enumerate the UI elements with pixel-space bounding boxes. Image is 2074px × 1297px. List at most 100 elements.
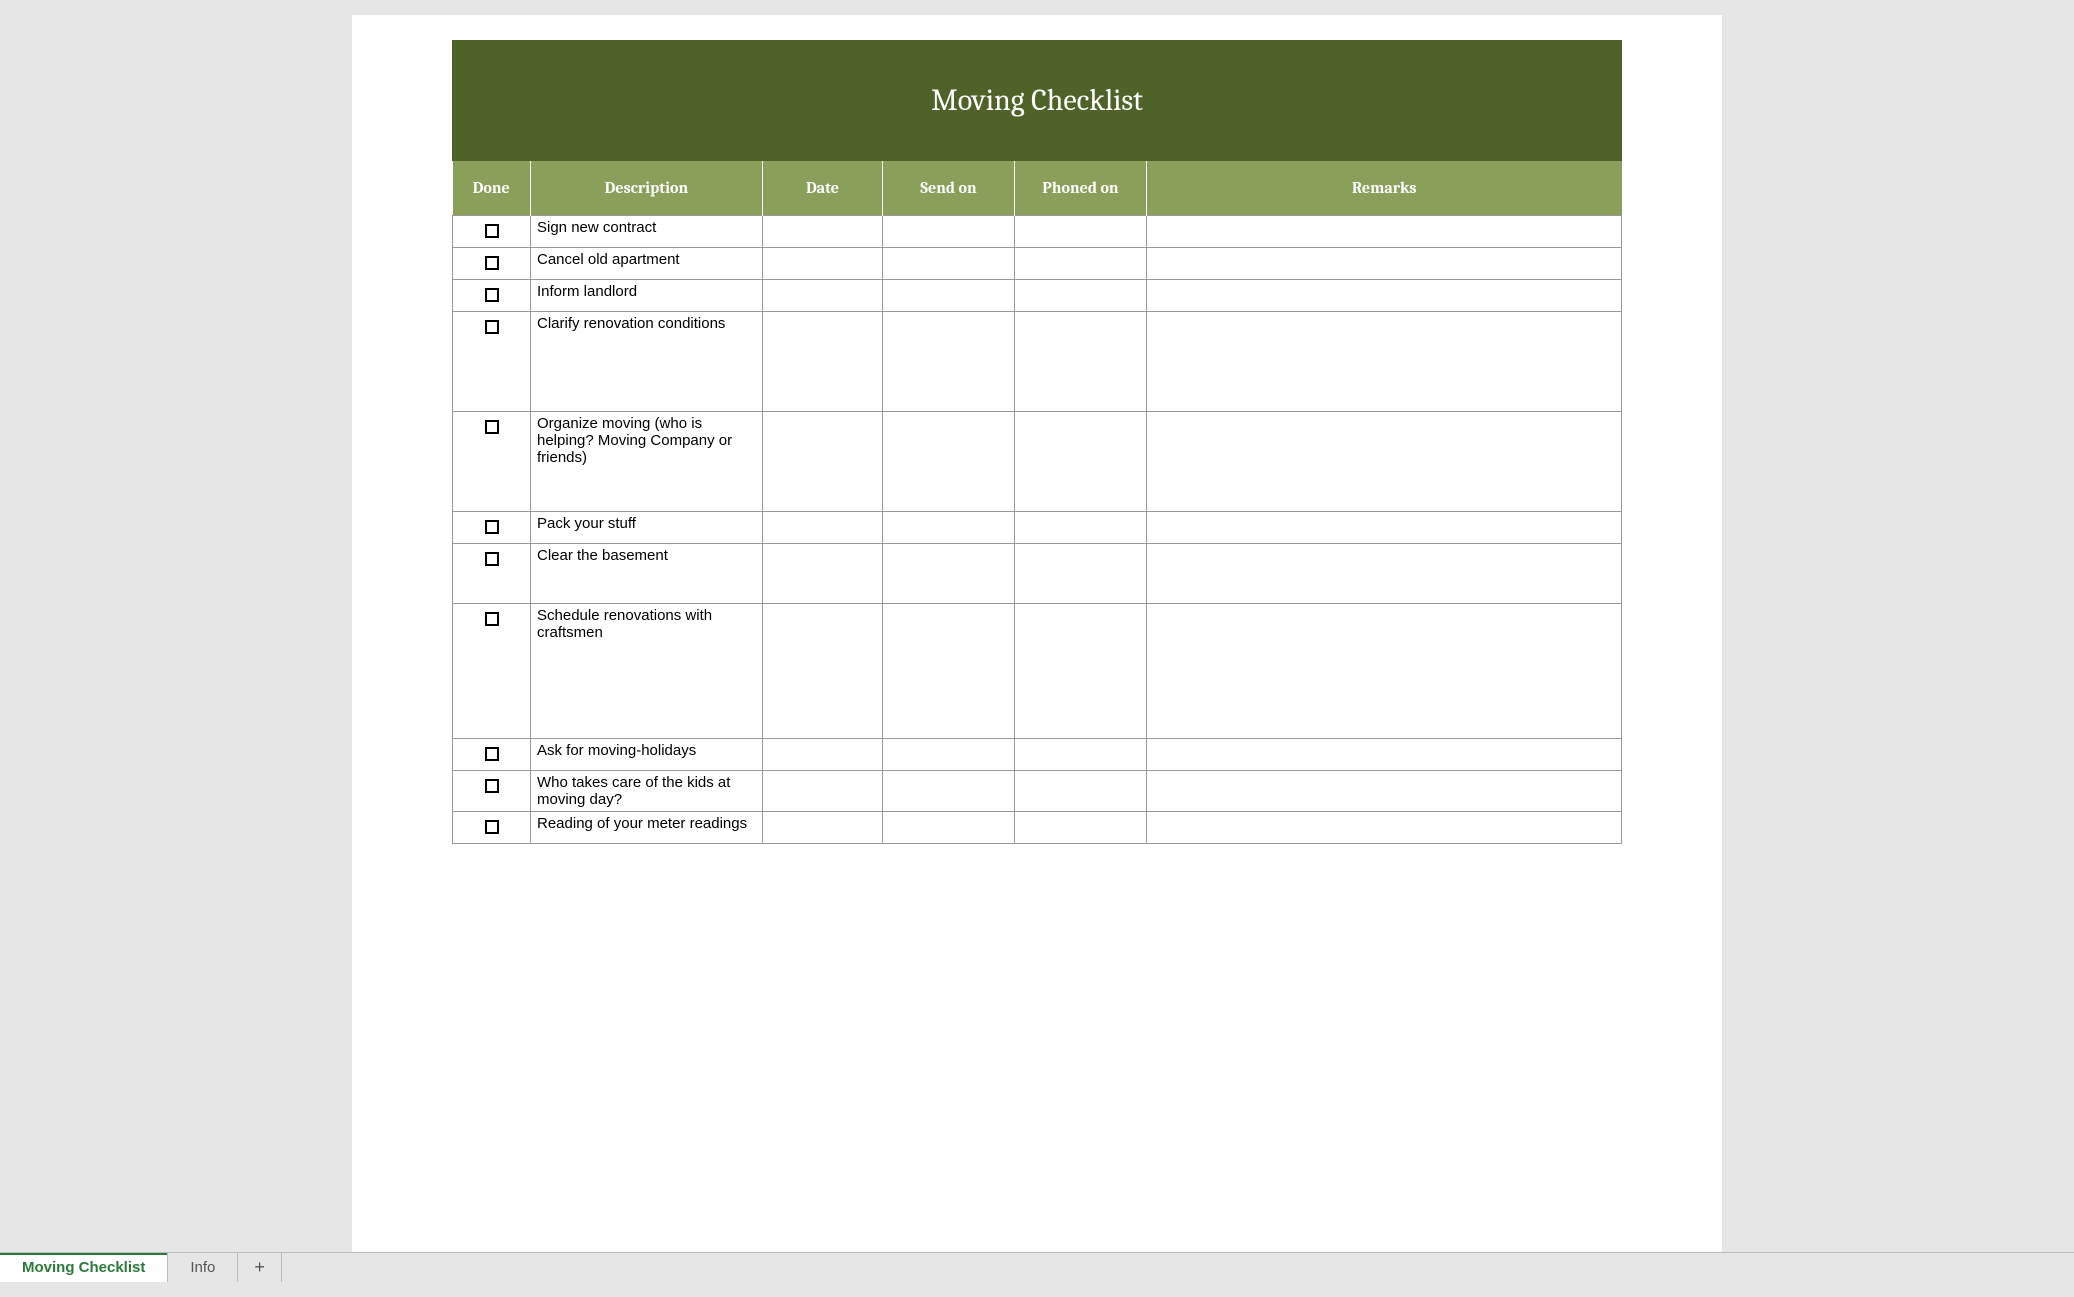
cell-remarks[interactable] — [1147, 739, 1622, 771]
cell-description[interactable]: Clear the basement — [531, 544, 763, 604]
cell-date[interactable] — [763, 412, 883, 512]
col-remarks: Remarks — [1147, 161, 1622, 216]
cell-description[interactable]: Cancel old apartment — [531, 248, 763, 280]
cell-done[interactable] — [453, 771, 531, 812]
table-body: Sign new contractCancel old apartmentInf… — [453, 216, 1622, 844]
cell-description[interactable]: Who takes care of the kids at moving day… — [531, 771, 763, 812]
cell-phoned-on[interactable] — [1015, 248, 1147, 280]
cell-remarks[interactable] — [1147, 248, 1622, 280]
table-row: Who takes care of the kids at moving day… — [453, 771, 1622, 812]
sheet-tab-bar: Moving Checklist Info + — [0, 1252, 2074, 1282]
table-row: Sign new contract — [453, 216, 1622, 248]
cell-done[interactable] — [453, 280, 531, 312]
col-send-on: Send on — [883, 161, 1015, 216]
cell-remarks[interactable] — [1147, 604, 1622, 739]
checklist-table: Done Description Date Send on Phoned on … — [452, 161, 1622, 844]
cell-date[interactable] — [763, 739, 883, 771]
cell-remarks[interactable] — [1147, 216, 1622, 248]
cell-send-on[interactable] — [883, 248, 1015, 280]
tab-info[interactable]: Info — [168, 1253, 238, 1282]
cell-remarks[interactable] — [1147, 280, 1622, 312]
cell-date[interactable] — [763, 812, 883, 844]
cell-date[interactable] — [763, 280, 883, 312]
table-row: Clarify renovation conditions — [453, 312, 1622, 412]
cell-remarks[interactable] — [1147, 512, 1622, 544]
cell-done[interactable] — [453, 604, 531, 739]
table-header-row: Done Description Date Send on Phoned on … — [453, 161, 1622, 216]
cell-remarks[interactable] — [1147, 812, 1622, 844]
cell-date[interactable] — [763, 512, 883, 544]
cell-done[interactable] — [453, 512, 531, 544]
cell-description[interactable]: Reading of your meter readings — [531, 812, 763, 844]
cell-phoned-on[interactable] — [1015, 604, 1147, 739]
cell-send-on[interactable] — [883, 312, 1015, 412]
col-date: Date — [763, 161, 883, 216]
table-row: Reading of your meter readings — [453, 812, 1622, 844]
cell-remarks[interactable] — [1147, 771, 1622, 812]
table-row: Clear the basement — [453, 544, 1622, 604]
cell-done[interactable] — [453, 739, 531, 771]
cell-done[interactable] — [453, 412, 531, 512]
table-row: Schedule renovations with craftsmen — [453, 604, 1622, 739]
cell-send-on[interactable] — [883, 812, 1015, 844]
cell-date[interactable] — [763, 604, 883, 739]
cell-send-on[interactable] — [883, 412, 1015, 512]
cell-send-on[interactable] — [883, 604, 1015, 739]
table-row: Inform landlord — [453, 280, 1622, 312]
checkbox-icon[interactable] — [485, 552, 499, 566]
cell-done[interactable] — [453, 216, 531, 248]
checkbox-icon[interactable] — [485, 420, 499, 434]
tab-add-sheet[interactable]: + — [238, 1253, 282, 1282]
cell-done[interactable] — [453, 312, 531, 412]
cell-description[interactable]: Sign new contract — [531, 216, 763, 248]
cell-description[interactable]: Pack your stuff — [531, 512, 763, 544]
cell-phoned-on[interactable] — [1015, 812, 1147, 844]
cell-send-on[interactable] — [883, 280, 1015, 312]
cell-done[interactable] — [453, 248, 531, 280]
cell-date[interactable] — [763, 248, 883, 280]
cell-phoned-on[interactable] — [1015, 512, 1147, 544]
tab-moving-checklist[interactable]: Moving Checklist — [0, 1253, 168, 1282]
cell-send-on[interactable] — [883, 512, 1015, 544]
checkbox-icon[interactable] — [485, 747, 499, 761]
cell-remarks[interactable] — [1147, 544, 1622, 604]
cell-remarks[interactable] — [1147, 412, 1622, 512]
checkbox-icon[interactable] — [485, 520, 499, 534]
cell-send-on[interactable] — [883, 544, 1015, 604]
cell-phoned-on[interactable] — [1015, 739, 1147, 771]
checkbox-icon[interactable] — [485, 320, 499, 334]
cell-description[interactable]: Clarify renovation conditions — [531, 312, 763, 412]
checkbox-icon[interactable] — [485, 224, 499, 238]
cell-description[interactable]: Ask for moving-holidays — [531, 739, 763, 771]
cell-done[interactable] — [453, 812, 531, 844]
col-description: Description — [531, 161, 763, 216]
checkbox-icon[interactable] — [485, 820, 499, 834]
checkbox-icon[interactable] — [485, 256, 499, 270]
cell-phoned-on[interactable] — [1015, 771, 1147, 812]
cell-phoned-on[interactable] — [1015, 280, 1147, 312]
table-row: Cancel old apartment — [453, 248, 1622, 280]
cell-send-on[interactable] — [883, 771, 1015, 812]
cell-date[interactable] — [763, 771, 883, 812]
cell-date[interactable] — [763, 544, 883, 604]
cell-date[interactable] — [763, 312, 883, 412]
cell-phoned-on[interactable] — [1015, 216, 1147, 248]
cell-phoned-on[interactable] — [1015, 412, 1147, 512]
checkbox-icon[interactable] — [485, 779, 499, 793]
cell-description[interactable]: Schedule renovations with craftsmen — [531, 604, 763, 739]
cell-description[interactable]: Organize moving (who is helping? Moving … — [531, 412, 763, 512]
cell-phoned-on[interactable] — [1015, 312, 1147, 412]
checkbox-icon[interactable] — [485, 612, 499, 626]
cell-phoned-on[interactable] — [1015, 544, 1147, 604]
table-row: Ask for moving-holidays — [453, 739, 1622, 771]
table-row: Pack your stuff — [453, 512, 1622, 544]
checkbox-icon[interactable] — [485, 288, 499, 302]
col-phoned-on: Phoned on — [1015, 161, 1147, 216]
cell-send-on[interactable] — [883, 216, 1015, 248]
cell-remarks[interactable] — [1147, 312, 1622, 412]
cell-done[interactable] — [453, 544, 531, 604]
cell-description[interactable]: Inform landlord — [531, 280, 763, 312]
document-page: Moving Checklist Done Description Date S… — [352, 15, 1722, 1252]
cell-date[interactable] — [763, 216, 883, 248]
cell-send-on[interactable] — [883, 739, 1015, 771]
